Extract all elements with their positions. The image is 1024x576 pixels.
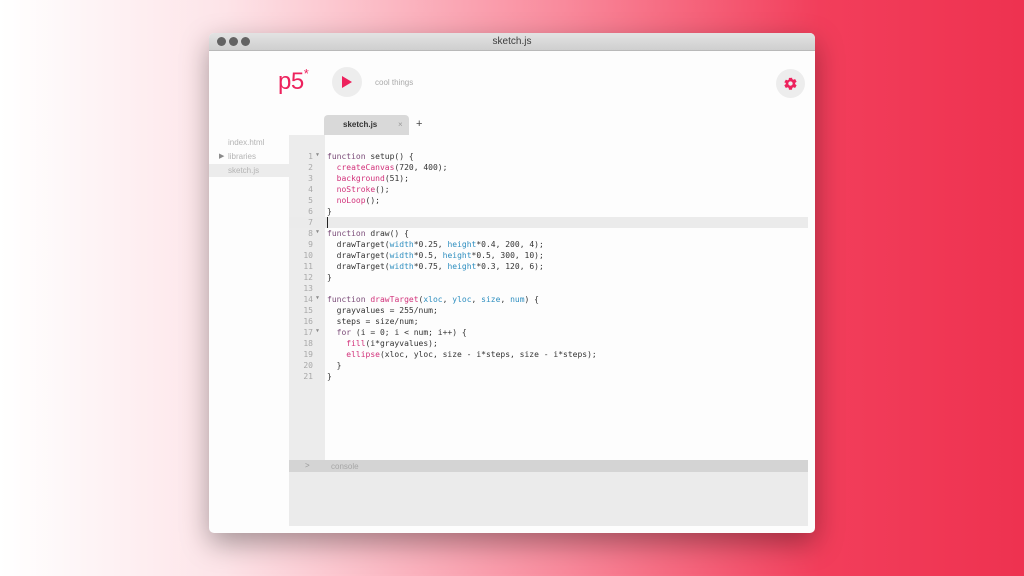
code-line[interactable]: 11 drawTarget(width*0.75, height*0.3, 12… bbox=[289, 261, 808, 272]
chevron-right-icon[interactable]: > bbox=[305, 461, 310, 470]
sidebar-item-libraries[interactable]: ▶ libraries bbox=[209, 150, 289, 163]
code-line[interactable]: 9 drawTarget(width*0.25, height*0.4, 200… bbox=[289, 239, 808, 250]
sidebar-item-index-html[interactable]: index.html bbox=[209, 136, 289, 149]
fold-arrow-icon[interactable]: ▼ bbox=[316, 295, 319, 301]
code-text: createCanvas(720, 400); bbox=[336, 163, 448, 172]
code-line[interactable]: 8 ▼ function draw() { bbox=[289, 228, 808, 239]
line-number: 7 bbox=[308, 218, 313, 227]
console-header[interactable]: > console bbox=[289, 460, 808, 472]
play-button[interactable] bbox=[332, 67, 362, 97]
settings-button[interactable] bbox=[776, 69, 805, 98]
code-text: grayvalues = 255/num; bbox=[327, 306, 438, 315]
code-line[interactable]: 16 steps = size/num; bbox=[289, 316, 808, 327]
code-text: } bbox=[327, 207, 332, 216]
code-line[interactable]: 7 bbox=[289, 217, 808, 228]
line-number: 20 bbox=[303, 361, 313, 370]
line-number: 3 bbox=[308, 174, 313, 183]
p5-logo: p5* bbox=[278, 66, 309, 96]
code-line[interactable]: 10 drawTarget(width*0.5, height*0.5, 300… bbox=[289, 250, 808, 261]
code-line[interactable]: 19 ellipse(xloc, yloc, size - i*steps, s… bbox=[289, 349, 808, 360]
window-title: sketch.js bbox=[492, 36, 532, 47]
code-text: ellipse(xloc, yloc, size - i*steps, size… bbox=[346, 350, 597, 359]
code-line[interactable]: 6} bbox=[289, 206, 808, 217]
console-output[interactable] bbox=[289, 472, 808, 526]
code-text: drawTarget(width*0.25, height*0.4, 200, … bbox=[327, 240, 544, 249]
line-number: 6 bbox=[308, 207, 313, 216]
code-line[interactable]: 18 fill(i*grayvalues); bbox=[289, 338, 808, 349]
line-number: 8 bbox=[308, 229, 313, 238]
tab-label: sketch.js bbox=[343, 120, 378, 129]
code-text: function setup() { bbox=[327, 152, 414, 161]
line-number: 19 bbox=[303, 350, 313, 359]
folder-expand-icon[interactable]: ▶ bbox=[219, 152, 224, 160]
fold-arrow-icon[interactable]: ▼ bbox=[316, 152, 319, 158]
code-text: } bbox=[327, 372, 332, 381]
code-line[interactable]: 2 createCanvas(720, 400); bbox=[289, 162, 808, 173]
code-text: steps = size/num; bbox=[327, 317, 419, 326]
code-text: noLoop(); bbox=[336, 196, 380, 205]
line-number: 14 bbox=[303, 295, 313, 304]
line-number: 21 bbox=[303, 372, 313, 381]
code-line[interactable]: 20 } bbox=[289, 360, 808, 371]
text-cursor bbox=[327, 217, 328, 228]
code-text: noStroke(); bbox=[336, 185, 390, 194]
code-text: drawTarget(width*0.75, height*0.3, 120, … bbox=[327, 262, 544, 271]
code-line[interactable]: 4 noStroke(); bbox=[289, 184, 808, 195]
line-number: 16 bbox=[303, 317, 313, 326]
console-label: console bbox=[331, 462, 359, 471]
code-text: function draw() { bbox=[327, 229, 409, 238]
gear-icon bbox=[784, 77, 797, 90]
sidebar-item-label: index.html bbox=[228, 138, 265, 147]
line-number: 4 bbox=[308, 185, 313, 194]
code-line[interactable]: 13 bbox=[289, 283, 808, 294]
logo-star: * bbox=[303, 66, 309, 81]
code-text: function drawTarget(xloc, yloc, size, nu… bbox=[327, 295, 539, 304]
tab-sketch-js[interactable]: sketch.js × bbox=[324, 115, 409, 135]
code-text: } bbox=[327, 361, 342, 370]
code-text: for (i = 0; i < num; i++) { bbox=[336, 328, 467, 337]
fold-arrow-icon[interactable]: ▼ bbox=[316, 229, 319, 235]
line-number: 12 bbox=[303, 273, 313, 282]
line-number: 11 bbox=[303, 262, 313, 271]
fold-arrow-icon[interactable]: ▼ bbox=[316, 328, 319, 334]
line-number: 17 bbox=[303, 328, 313, 337]
editor-window: sketch.js p5* cool things sketch.js × + … bbox=[209, 33, 815, 533]
line-number: 1 bbox=[308, 152, 313, 161]
line-number: 15 bbox=[303, 306, 313, 315]
close-tab-icon[interactable]: × bbox=[398, 120, 403, 129]
code-line[interactable]: 12} bbox=[289, 272, 808, 283]
code-line[interactable]: 15 grayvalues = 255/num; bbox=[289, 305, 808, 316]
title-bar[interactable]: sketch.js bbox=[209, 33, 815, 51]
line-number: 9 bbox=[308, 240, 313, 249]
code-line[interactable]: 1 ▼ function setup() { bbox=[289, 151, 808, 162]
sketch-name[interactable]: cool things bbox=[375, 78, 413, 87]
add-tab-button[interactable]: + bbox=[416, 118, 422, 130]
play-icon bbox=[342, 76, 352, 88]
code-text: background(51); bbox=[336, 174, 409, 183]
code-line[interactable]: 3 background(51); bbox=[289, 173, 808, 184]
logo-text: p5 bbox=[278, 68, 304, 95]
code-text: drawTarget(width*0.5, height*0.5, 300, 1… bbox=[327, 251, 544, 260]
line-number: 18 bbox=[303, 339, 313, 348]
code-line[interactable]: 17 ▼ for (i = 0; i < num; i++) { bbox=[289, 327, 808, 338]
sidebar-item-label: libraries bbox=[228, 152, 257, 161]
line-number: 5 bbox=[308, 196, 313, 205]
code-line[interactable]: 5 noLoop(); bbox=[289, 195, 808, 206]
line-number: 10 bbox=[303, 251, 313, 260]
sidebar-item-label: sketch.js bbox=[228, 166, 260, 175]
line-number: 2 bbox=[308, 163, 313, 172]
code-line[interactable]: 14 ▼ function drawTarget(xloc, yloc, size,… bbox=[289, 294, 808, 305]
code-text: } bbox=[327, 273, 332, 282]
line-number: 13 bbox=[303, 284, 313, 293]
code-editor[interactable]: 1 ▼ function setup() {2 createCanvas(720, … bbox=[289, 135, 808, 460]
code-line[interactable]: 21} bbox=[289, 371, 808, 382]
code-text: fill(i*grayvalues); bbox=[346, 339, 438, 348]
sidebar-item-sketch-js[interactable]: sketch.js bbox=[209, 164, 289, 177]
